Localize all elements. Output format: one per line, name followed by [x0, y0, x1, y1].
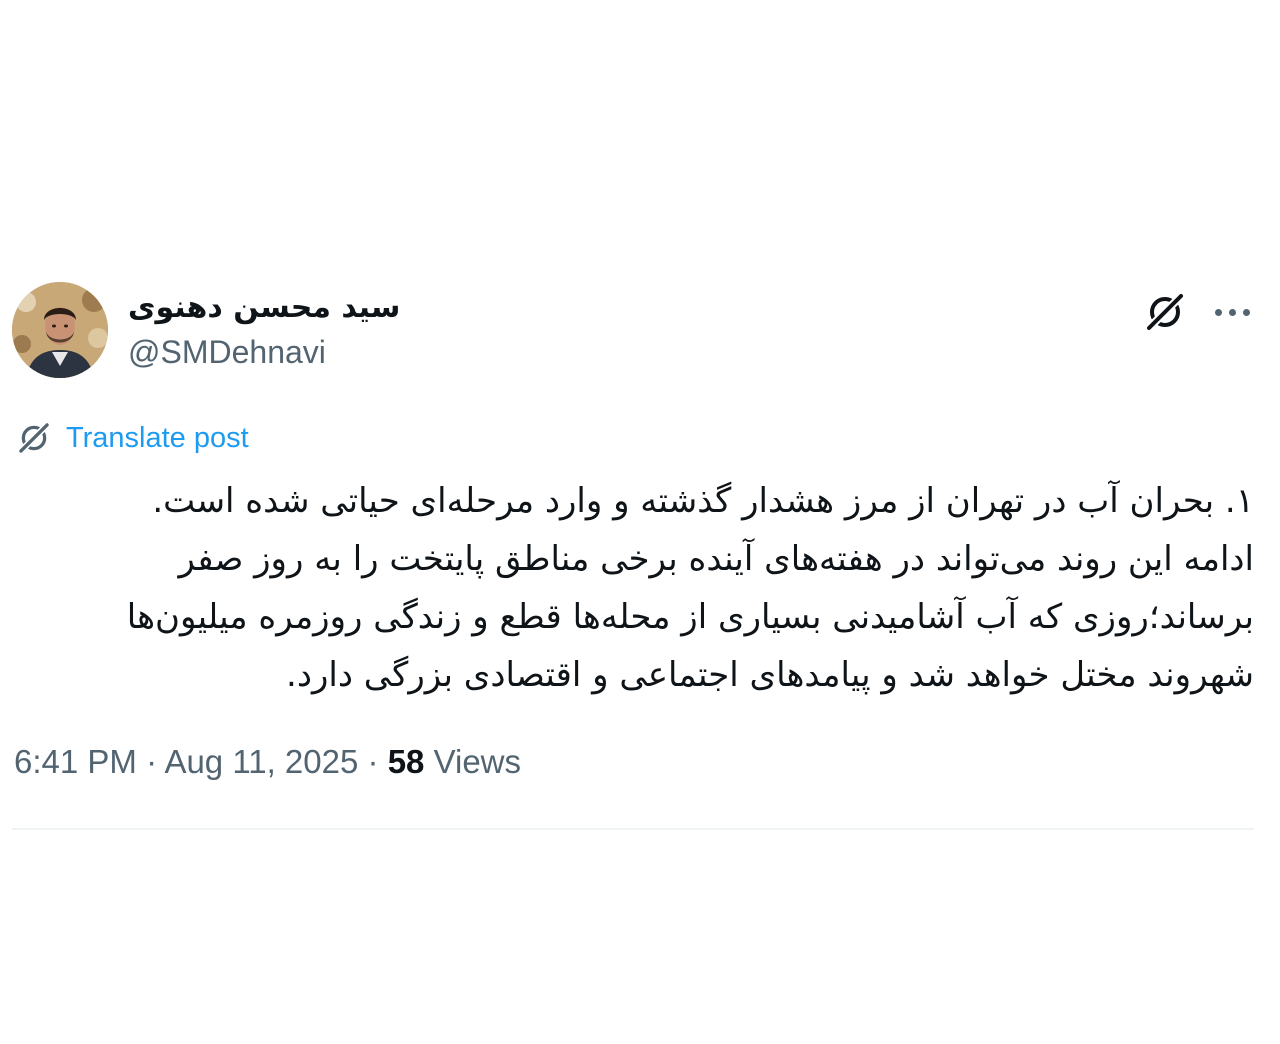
meta-separator: ·: [146, 743, 158, 780]
tweet-text-line: برساند؛روزی که آب آشامیدنی بسیاری از محل…: [126, 597, 1254, 637]
divider: [12, 828, 1254, 830]
tweet-text: ۱. بحران آب در تهران از مرز هشدار گذشته …: [22, 472, 1254, 704]
tweet-top-actions: [1143, 290, 1254, 334]
more-options-icon[interactable]: [1211, 290, 1254, 334]
post-time[interactable]: 6:41 PM: [14, 743, 137, 780]
tweet-metadata: 6:41 PM · Aug 11, 2025 · 58 Views: [14, 742, 521, 782]
tweet-text-line: ادامه این روند می‌تواند در هفته‌های آیند…: [178, 539, 1255, 579]
tweet-text-line: ۱. بحران آب در تهران از مرز هشدار گذشته …: [152, 481, 1254, 521]
author-handle[interactable]: @SMDehnavi: [128, 332, 400, 372]
translate-post-label: Translate post: [66, 422, 249, 454]
grok-icon[interactable]: [1143, 290, 1187, 334]
author-info: سید محسن دهنوی @SMDehnavi: [128, 288, 400, 372]
avatar[interactable]: [12, 282, 108, 378]
tweet-text-line: شهروند مختل خواهد شد و پیامدهای اجتماعی …: [286, 655, 1254, 695]
author-display-name[interactable]: سید محسن دهنوی: [128, 288, 400, 328]
translate-post-link[interactable]: Translate post: [16, 420, 249, 456]
avatar-photo-icon: [12, 282, 108, 378]
tweet-card: سید محسن دهنوی @SMDehnavi Translate post…: [12, 282, 1254, 832]
views-count[interactable]: 58: [388, 743, 425, 780]
post-date[interactable]: Aug 11, 2025: [164, 743, 358, 780]
meta-separator: ·: [367, 743, 379, 780]
views-label: Views: [433, 743, 522, 780]
grok-translate-icon: [18, 422, 50, 454]
